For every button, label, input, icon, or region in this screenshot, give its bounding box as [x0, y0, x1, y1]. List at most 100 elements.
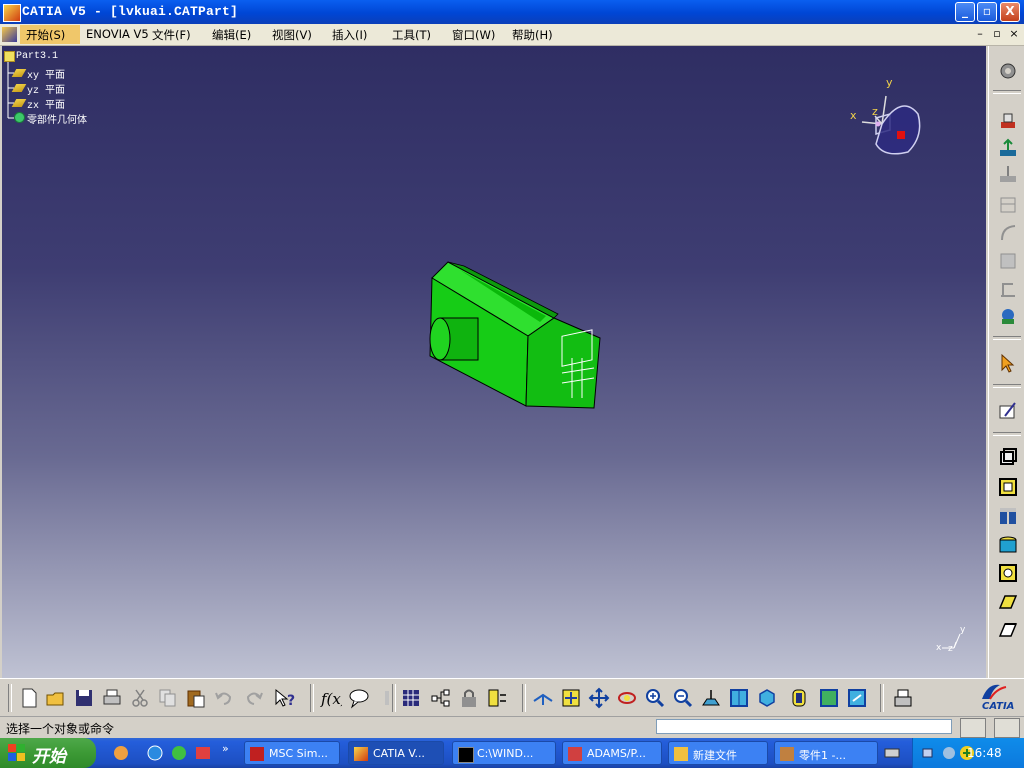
task-adams[interactable]: ADAMS/P... [562, 741, 662, 765]
fit-all-icon[interactable] [560, 687, 582, 709]
catia-app-icon[interactable] [3, 4, 21, 22]
tree-node-part-body[interactable]: 零部件几何体 [27, 111, 87, 127]
chamfer-icon[interactable] [997, 476, 1019, 498]
status-button-1[interactable] [960, 718, 986, 738]
network-icon[interactable] [921, 745, 937, 761]
window-title: CATIA V5 - [lvkuai.CATPart] [22, 4, 239, 19]
shell-icon[interactable] [997, 534, 1019, 556]
open-icon[interactable] [45, 687, 67, 709]
minimize-button[interactable]: _ [955, 2, 975, 22]
draft-icon[interactable] [997, 506, 1019, 528]
new-icon[interactable] [18, 687, 40, 709]
comment-icon[interactable] [348, 687, 370, 709]
tree-root-part[interactable]: Part3.1 [16, 51, 58, 62]
rib-icon[interactable] [997, 278, 1019, 300]
task-new-folder[interactable]: 新建文件 [668, 741, 768, 765]
save-icon[interactable] [73, 687, 95, 709]
hide-show-icon[interactable] [788, 687, 810, 709]
shading-icon[interactable] [818, 687, 840, 709]
task-catia[interactable]: CATIA V... [348, 741, 444, 765]
right-toolbar [988, 46, 1024, 678]
menu-enovia[interactable]: ENOVIA V5 [86, 27, 149, 41]
fly-icon[interactable] [532, 687, 554, 709]
command-input[interactable] [656, 719, 952, 734]
doc-close-button[interactable]: × [1007, 27, 1021, 41]
desktop-icon[interactable] [194, 744, 212, 762]
normal-view-icon[interactable] [700, 687, 722, 709]
pad-icon[interactable] [997, 138, 1019, 160]
menu-window[interactable]: 窗口(W) [452, 27, 495, 43]
slot-icon[interactable] [997, 306, 1019, 328]
edge-fillet-icon[interactable] [997, 446, 1019, 468]
part-root-icon[interactable] [4, 51, 15, 62]
redo-icon[interactable] [243, 687, 265, 709]
quicklaunch-icon[interactable] [112, 744, 130, 762]
toolbar-separator [8, 684, 12, 712]
sketch-pencil-icon[interactable] [997, 400, 1019, 422]
remove-face-icon[interactable] [997, 618, 1019, 640]
menu-insert[interactable]: 插入(I) [332, 27, 367, 43]
task-cmd[interactable]: C:\WIND... [452, 741, 556, 765]
svg-text:f(x): f(x) [320, 690, 342, 708]
lock-icon[interactable] [458, 687, 480, 709]
document-icon[interactable] [2, 27, 17, 42]
task-msc[interactable]: MSC Sim... [244, 741, 340, 765]
formula-icon[interactable]: f(x) [320, 687, 342, 709]
3d-viewport[interactable]: Part3.1 xy 平面 yz 平面 zx 平面 零部件几何体 y x z y… [2, 46, 986, 678]
status-button-2[interactable] [994, 718, 1020, 738]
apply-icon[interactable] [892, 687, 914, 709]
copy-icon[interactable] [157, 687, 179, 709]
menu-file[interactable]: 文件(F) [152, 27, 191, 43]
menu-tools[interactable]: 工具(T) [392, 27, 431, 43]
doc-restore-button[interactable]: ▫ [990, 27, 1004, 41]
pocket-icon[interactable] [997, 164, 1019, 186]
title-bar[interactable]: CATIA V5 - [lvkuai.CATPart] _ ▫ X [0, 0, 1024, 24]
task-part1[interactable]: 零件1 -... [774, 741, 878, 765]
menu-view[interactable]: 视图(V) [272, 27, 312, 43]
doc-minimize-button[interactable]: – [973, 27, 987, 41]
tree-node-zx-plane[interactable]: zx 平面 [27, 96, 65, 112]
cut-icon[interactable] [129, 687, 151, 709]
menu-help[interactable]: 帮助(H) [512, 27, 553, 43]
table-icon[interactable] [400, 687, 422, 709]
media-player-icon[interactable] [170, 744, 188, 762]
paste-icon[interactable] [185, 687, 207, 709]
volume-icon[interactable] [941, 745, 957, 761]
shaft-icon[interactable] [997, 194, 1019, 216]
iso-view-icon[interactable] [728, 687, 750, 709]
menu-start[interactable]: 开始(S) [26, 27, 65, 43]
rotate-icon[interactable] [616, 687, 638, 709]
tree-icon[interactable] [430, 687, 452, 709]
gear-icon[interactable] [997, 60, 1019, 82]
compass-x-label: x [850, 109, 857, 122]
task-label: ADAMS/P... [587, 747, 646, 760]
menu-edit[interactable]: 编辑(E) [212, 27, 251, 43]
groove-icon[interactable] [997, 222, 1019, 244]
quicklaunch-chevron-icon[interactable]: » [222, 742, 229, 755]
select-icon[interactable] [997, 352, 1019, 374]
tree-node-yz-plane[interactable]: yz 平面 [27, 81, 65, 97]
tree-node-xy-plane[interactable]: xy 平面 [27, 66, 65, 82]
zoom-out-icon[interactable] [672, 687, 694, 709]
hole-icon[interactable] [997, 250, 1019, 272]
cube-view-icon[interactable] [756, 687, 778, 709]
bottom-toolbar: ? f(x) CATIA [0, 678, 1024, 717]
undo-icon[interactable] [213, 687, 235, 709]
zoom-in-icon[interactable] [644, 687, 666, 709]
close-button[interactable]: X [1000, 2, 1020, 22]
compass-widget[interactable]: y x z [842, 74, 932, 164]
toolbar-separator [993, 336, 1021, 340]
thread-icon[interactable] [997, 590, 1019, 612]
help-icon[interactable]: ? [273, 687, 295, 709]
swap-icon[interactable] [846, 687, 868, 709]
start-button[interactable]: 开始 [0, 738, 96, 768]
print-icon[interactable] [101, 687, 123, 709]
part-model[interactable] [422, 258, 612, 418]
sketcher-icon[interactable] [997, 110, 1019, 132]
keyboard-icon[interactable] [884, 746, 900, 760]
thickness-icon[interactable] [997, 562, 1019, 584]
parameter-icon[interactable] [486, 687, 508, 709]
maximize-button[interactable]: ▫ [977, 2, 997, 22]
ie-icon[interactable] [146, 744, 164, 762]
pan-icon[interactable] [588, 687, 610, 709]
